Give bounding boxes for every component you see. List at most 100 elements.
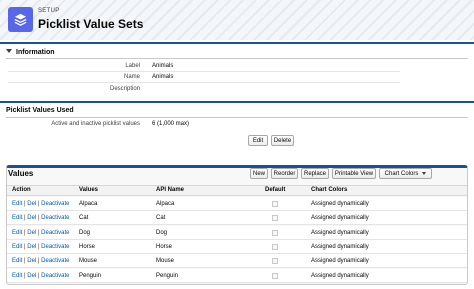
- information-section-title[interactable]: Information: [6, 49, 55, 56]
- row-divider: [8, 82, 400, 83]
- table-row: [7, 225, 467, 240]
- action-separator: |: [24, 258, 26, 265]
- api-name-cell: Alpaca: [156, 201, 175, 207]
- value-cell: Penguin: [79, 272, 102, 279]
- table-row: [7, 197, 467, 211]
- del-link[interactable]: Del: [27, 273, 36, 279]
- column-header-default: Default: [265, 187, 286, 193]
- action-separator: |: [24, 229, 26, 236]
- del-link[interactable]: Del: [27, 244, 36, 250]
- chart-color-cell: Assigned dynamically: [311, 229, 369, 236]
- picklist-used-divider: [6, 117, 468, 118]
- default-checkbox: [272, 272, 278, 279]
- api-name-cell: Dog: [156, 229, 168, 236]
- new-button[interactable]: New: [250, 168, 268, 179]
- table-header: [7, 185, 467, 196]
- picklist-count-value: 6 (1,000 max): [152, 121, 190, 127]
- api-name-cell: Cat: [156, 215, 166, 222]
- row-actions: Edit | Del | Deactivate: [12, 258, 70, 264]
- chart-color-cell: Assigned dynamically: [311, 243, 369, 250]
- value-cell: Alpaca: [79, 201, 98, 207]
- api-name-cell: Mouse: [156, 258, 175, 265]
- edit-link[interactable]: Edit: [12, 273, 22, 279]
- chart-color-cell: Assigned dynamically: [311, 272, 369, 279]
- name-field-label: Name: [123, 74, 140, 80]
- name-field-value: Animals: [152, 74, 174, 80]
- del-link[interactable]: Del: [27, 201, 36, 207]
- edit-link[interactable]: Edit: [12, 230, 22, 236]
- edit-link[interactable]: Edit: [12, 215, 22, 221]
- chart-colors-label: Chart Colors: [384, 170, 419, 177]
- row-actions: Edit | Del | Deactivate: [12, 244, 70, 250]
- del-link[interactable]: Del: [27, 230, 36, 236]
- breadcrumb[interactable]: SETUP: [38, 8, 60, 14]
- value-cell: Cat: [79, 215, 89, 222]
- column-header-values[interactable]: Values: [79, 187, 98, 193]
- header-divider: [0, 42, 474, 44]
- deactivate-link[interactable]: Deactivate: [41, 258, 69, 264]
- del-link[interactable]: Del: [27, 215, 36, 221]
- reorder-button[interactable]: Reorder: [271, 168, 298, 179]
- edit-button[interactable]: Edit: [248, 135, 268, 146]
- table-row: [7, 254, 467, 269]
- table-row: [7, 211, 467, 226]
- information-divider: [6, 58, 468, 59]
- picklist-count-label: Active and inactive picklist values: [51, 121, 140, 127]
- collapse-triangle-icon[interactable]: [6, 49, 12, 53]
- api-name-cell: Penguin: [156, 272, 179, 279]
- table-row: [7, 239, 467, 254]
- column-header-chart-colors: Chart Colors: [311, 187, 348, 193]
- action-separator: |: [24, 215, 26, 222]
- column-header-api-name[interactable]: API Name: [156, 187, 184, 193]
- edit-link[interactable]: Edit: [12, 258, 22, 264]
- row-actions: Edit | Del | Deactivate: [12, 230, 70, 236]
- action-separator: |: [24, 272, 26, 279]
- replace-button[interactable]: Replace: [301, 168, 329, 179]
- description-field-label: Description: [109, 86, 140, 92]
- edit-link[interactable]: Edit: [12, 201, 22, 207]
- values-title: Values: [8, 169, 34, 178]
- page-header: SETUP Picklist Value Sets: [0, 0, 474, 40]
- value-cell: Dog: [79, 229, 91, 236]
- default-checkbox: [272, 229, 278, 236]
- column-header-action: Action: [12, 187, 31, 193]
- chart-color-cell: Assigned dynamically: [311, 201, 369, 207]
- row-actions: Edit | Del | Deactivate: [12, 215, 70, 221]
- section-divider: [0, 101, 474, 103]
- table-row: [7, 268, 467, 283]
- deactivate-link[interactable]: Deactivate: [41, 244, 69, 250]
- action-separator: |: [37, 272, 40, 279]
- action-separator: |: [37, 201, 40, 207]
- action-separator: |: [24, 243, 26, 250]
- deactivate-link[interactable]: Deactivate: [41, 230, 69, 236]
- deactivate-link[interactable]: Deactivate: [41, 273, 69, 279]
- layers-icon: [8, 7, 33, 32]
- default-checkbox: [272, 215, 278, 222]
- default-checkbox: [272, 243, 278, 250]
- chart-color-cell: Assigned dynamically: [311, 258, 369, 265]
- delete-button[interactable]: Delete: [271, 135, 294, 146]
- chart-color-cell: Assigned dynamically: [311, 215, 369, 222]
- api-name-cell: Horse: [156, 243, 173, 250]
- action-separator: |: [37, 258, 40, 265]
- information-title: Information: [16, 49, 55, 56]
- value-cell: Horse: [79, 243, 96, 250]
- page-title: Picklist Value Sets: [38, 17, 144, 31]
- del-link[interactable]: Del: [27, 258, 36, 264]
- picklist-used-title: Picklist Values Used: [6, 107, 74, 114]
- deactivate-link[interactable]: Deactivate: [41, 201, 69, 207]
- label-field-value: Animals: [152, 63, 174, 69]
- edit-link[interactable]: Edit: [12, 244, 22, 250]
- deactivate-link[interactable]: Deactivate: [41, 215, 69, 221]
- chart-colors-select[interactable]: Chart Colors: [379, 168, 432, 179]
- label-field-label: Label: [125, 63, 140, 69]
- value-cell: Mouse: [79, 258, 98, 265]
- default-checkbox: [272, 201, 278, 207]
- row-actions: Edit | Del | Deactivate: [12, 273, 70, 279]
- row-divider: [8, 71, 400, 72]
- action-separator: |: [37, 215, 40, 222]
- action-separator: |: [37, 229, 40, 236]
- chevron-down-icon: [422, 172, 427, 175]
- row-actions: Edit | Del | Deactivate: [12, 201, 70, 207]
- printable-view-button[interactable]: Printable View: [332, 168, 376, 179]
